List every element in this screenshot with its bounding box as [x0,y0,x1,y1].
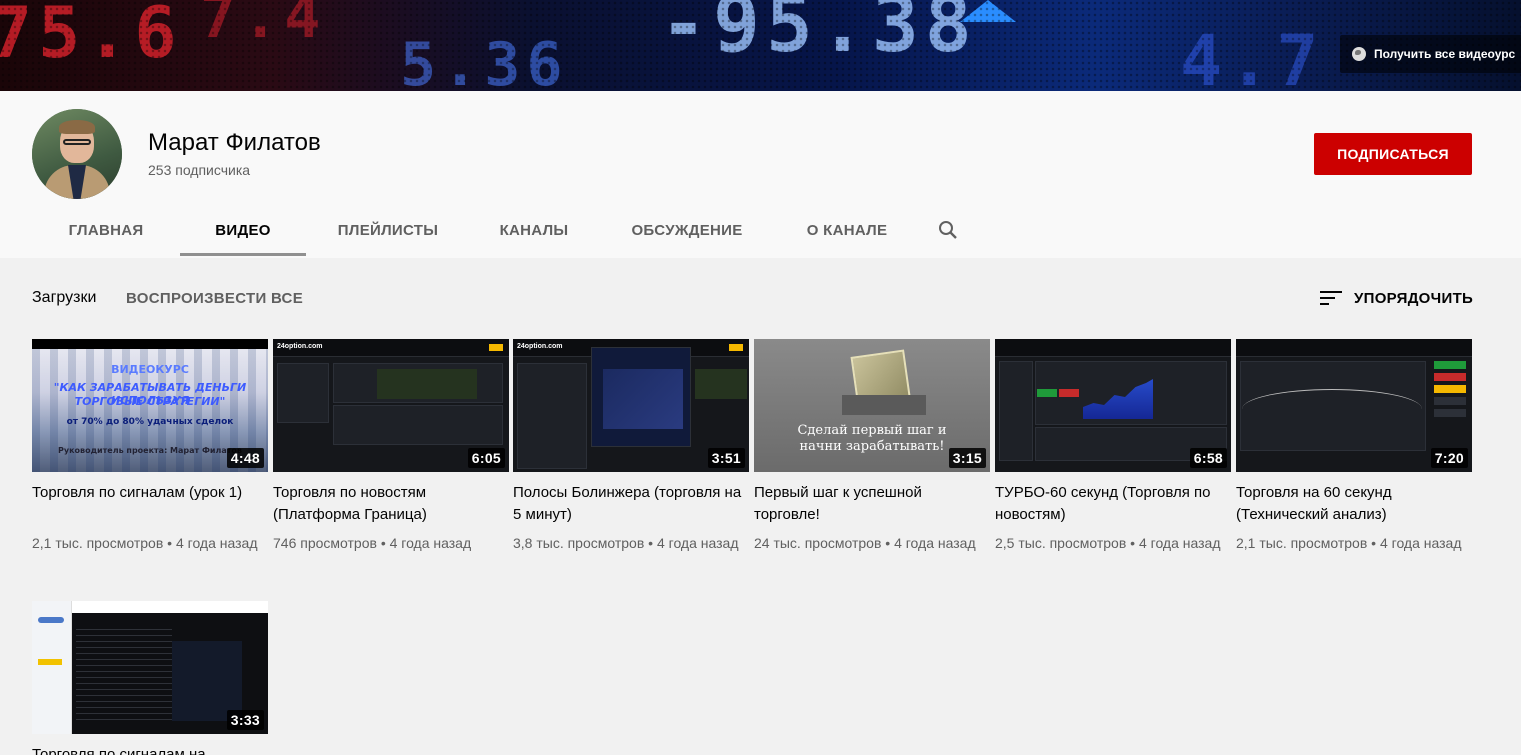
video-thumbnail[interactable]: 6:58 [995,339,1231,472]
channel-tabs: ГЛАВНАЯ ВИДЕО ПЛЕЙЛИСТЫ КАНАЛЫ ОБСУЖДЕНИ… [32,204,978,258]
video-title[interactable]: Полосы Болинжера (торговля на 5 минут) [513,482,749,526]
video-card[interactable]: 6:58 ТУРБО-60 секунд (Торговля по новост… [995,339,1231,553]
tab-videos[interactable]: ВИДЕО [180,204,306,256]
globe-icon [1352,47,1366,61]
play-all-button[interactable]: ВОСПРОИЗВЕСТИ ВСЕ [126,290,303,307]
tab-channels[interactable]: КАНАЛЫ [470,204,598,256]
video-thumbnail[interactable]: 7:20 [1236,339,1472,472]
thumb-text: ТОРГОВЫЕ СТРАТЕГИИ" [74,395,226,408]
video-duration: 3:15 [948,448,986,468]
video-card[interactable]: 3:33 Торговля по сигналам на [32,601,268,755]
tab-discussion[interactable]: ОБСУЖДЕНИЕ [598,204,776,256]
video-duration: 7:20 [1430,448,1468,468]
video-meta: 24 тыс. просмотров • 4 года назад [754,535,976,551]
video-meta: 2,5 тыс. просмотров • 4 года назад [995,535,1221,551]
video-duration: 3:33 [226,710,264,730]
channel-header: Марат Филатов 253 подписчика ПОДПИСАТЬСЯ… [0,91,1521,258]
tab-home[interactable]: ГЛАВНАЯ [32,204,180,256]
subscribe-button[interactable]: ПОДПИСАТЬСЯ [1314,133,1472,175]
video-duration: 6:05 [467,448,505,468]
video-duration: 6:58 [1189,448,1227,468]
thumb-text: ВИДЕОКУРС [111,363,189,376]
video-card[interactable]: 24option.com 3:51 Полосы Болинжера (торг… [513,339,749,553]
search-icon [939,221,957,239]
channel-name: Марат Филатов [148,129,321,156]
video-thumbnail[interactable]: 24option.com 6:05 [273,339,509,472]
thumb-text: Сделай первый шаг и [797,423,947,438]
tab-playlists[interactable]: ПЛЕЙЛИСТЫ [306,204,470,256]
video-title[interactable]: Торговля по новостям (Платформа Граница) [273,482,509,526]
video-title[interactable]: Торговля по сигналам (урок 1) [32,482,268,526]
video-duration: 3:51 [707,448,745,468]
video-thumbnail[interactable]: ВИДЕОКУРС "КАК ЗАРАБАТЫВАТЬ ДЕНЬГИ ИСПОЛ… [32,339,268,472]
video-card[interactable]: 7:20 Торговля на 60 секунд (Технический … [1236,339,1472,553]
video-title[interactable]: Торговля на 60 секунд (Технический анали… [1236,482,1472,526]
video-card[interactable]: Сделай первый шаг и начни зарабатывать! … [754,339,990,553]
video-card[interactable]: 24option.com 6:05 Торговля по новостям (… [273,339,509,553]
video-duration: 4:48 [226,448,264,468]
avatar[interactable] [32,109,122,199]
video-meta: 2,1 тыс. просмотров • 4 года назад [32,535,258,551]
video-title[interactable]: Торговля по сигналам на [32,744,268,755]
banner-link-label: Получить все видеоурс [1374,47,1516,61]
sort-button[interactable]: УПОРЯДОЧИТЬ [1320,286,1473,310]
sort-label: УПОРЯДОЧИТЬ [1354,289,1474,307]
video-meta: 2,1 тыс. просмотров • 4 года назад [1236,535,1462,551]
section-title: Загрузки [32,289,97,306]
channel-banner: 75.6 7.4 5.36 -95.38 4.7 Получить все ви… [0,0,1521,91]
video-thumbnail[interactable]: Сделай первый шаг и начни зарабатывать! … [754,339,990,472]
thumb-text: от 70% до 80% удачных сделок [66,417,234,427]
video-title[interactable]: ТУРБО-60 секунд (Торговля по новостям) [995,482,1231,526]
video-meta: 3,8 тыс. просмотров • 4 года назад [513,535,739,551]
banner-link[interactable]: Получить все видеоурс [1340,35,1521,73]
subscriber-count: 253 подписчика [148,162,251,178]
video-meta: 746 просмотров • 4 года назад [273,535,472,551]
sort-icon [1320,291,1342,305]
video-thumbnail[interactable]: 3:33 [32,601,268,734]
channel-search-button[interactable] [918,204,978,256]
video-title[interactable]: Первый шаг к успешной торговле! [754,482,990,526]
video-card[interactable]: ВИДЕОКУРС "КАК ЗАРАБАТЫВАТЬ ДЕНЬГИ ИСПОЛ… [32,339,268,553]
video-thumbnail[interactable]: 24option.com 3:51 [513,339,749,472]
tab-about[interactable]: О КАНАЛЕ [776,204,918,256]
